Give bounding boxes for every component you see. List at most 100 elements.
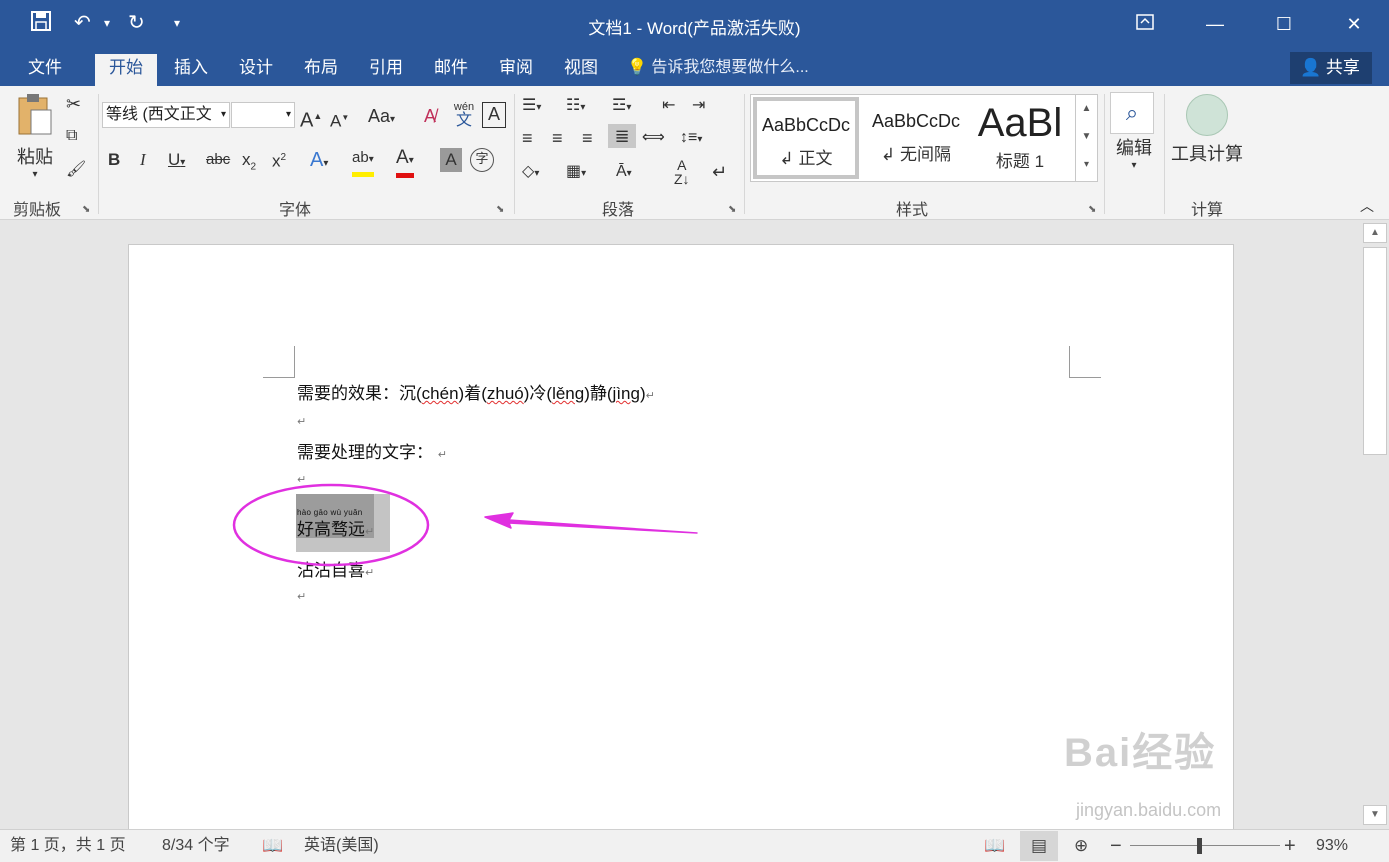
document-area[interactable]: 需要的效果：沉(chén)着(zhuó)冷(lěng)静(jìng)↵ ↵ 需要…	[0, 221, 1362, 829]
vertical-scrollbar[interactable]: ▲ ▼	[1362, 221, 1389, 829]
tab-review[interactable]: 审阅	[487, 54, 545, 86]
page-count-status[interactable]: 第 1 页，共 1 页	[10, 836, 126, 856]
gallery-more-icon[interactable]: ▾	[1076, 151, 1097, 179]
font-color-icon[interactable]: A▾	[396, 146, 414, 178]
share-button[interactable]: 👤 共享	[1290, 52, 1372, 84]
clipboard-group-label: 剪贴板	[12, 202, 61, 219]
line-spacing-icon[interactable]: ↕≡▾	[680, 126, 702, 152]
style-heading-1[interactable]: AaBl 标题 1	[971, 97, 1069, 179]
tab-design[interactable]: 设计	[227, 54, 285, 86]
increase-indent-icon[interactable]: ⇥	[692, 94, 705, 118]
clear-formatting-icon[interactable]: A̸	[424, 104, 436, 128]
editing-button[interactable]: ⌕ 编辑 ▾	[1110, 92, 1158, 172]
styles-gallery[interactable]: AaBbCcDc ↲ 正文 AaBbCcDc ↲ 无间隔 AaBl 标题 1 ▲…	[750, 94, 1098, 182]
align-left-icon[interactable]: ≡	[522, 126, 533, 150]
distributed-icon[interactable]: ⟺	[642, 126, 665, 150]
highlight-color-icon[interactable]: ab▾	[352, 146, 374, 177]
group-separator	[1104, 94, 1105, 214]
proofing-icon[interactable]: 📖	[262, 836, 283, 856]
numbering-icon[interactable]: ☷▾	[566, 94, 585, 120]
word-count-status[interactable]: 8/34 个字	[162, 836, 230, 856]
style-sample: AaBbCcDc	[871, 111, 961, 131]
paste-button[interactable]: 粘贴 ▾	[10, 92, 60, 188]
tab-mailings[interactable]: 邮件	[422, 54, 480, 86]
font-family-select[interactable]: 等线 (西文正文 ▾	[102, 102, 230, 128]
close-button[interactable]: ✕	[1331, 6, 1377, 42]
tell-me-search[interactable]: 💡 告诉我您想要做什么...	[627, 54, 809, 82]
show-formatting-marks-icon[interactable]: ↵	[712, 160, 727, 184]
style-name: 标题 1	[995, 152, 1045, 171]
font-size-select[interactable]: ▾	[231, 102, 295, 128]
enclose-characters-icon[interactable]: 字	[470, 148, 494, 172]
justify-icon[interactable]: ≣	[608, 124, 636, 148]
maximize-button[interactable]: ☐	[1261, 6, 1307, 42]
cut-icon[interactable]: ✂	[66, 92, 81, 116]
borders-icon[interactable]: ▦▾	[566, 160, 586, 186]
gallery-up-icon[interactable]: ▲	[1076, 95, 1097, 123]
tool-calc-label: 工具计算	[1171, 144, 1243, 164]
web-layout-icon[interactable]: ⊕	[1074, 836, 1088, 856]
ribbon-home: 粘贴 ▾ ✂ ⧉ 🖌 剪贴板 ⬊ 等线 (西文正文 ▾ ▾ A▲ A▼ Aa▾ …	[0, 86, 1389, 220]
bold-icon[interactable]: B	[108, 148, 120, 172]
bullets-icon[interactable]: ☰▾	[522, 94, 541, 120]
change-case-button[interactable]: Aa▾	[368, 104, 395, 132]
clipboard-launcher-icon[interactable]: ⬊	[82, 204, 90, 215]
decrease-indent-icon[interactable]: ⇤	[662, 94, 675, 118]
grow-font-icon[interactable]: A▲	[300, 104, 322, 133]
tab-layout[interactable]: 布局	[292, 54, 350, 86]
copy-icon[interactable]: ⧉	[66, 124, 77, 148]
tab-home[interactable]: 开始	[95, 54, 157, 86]
zoom-slider[interactable]	[1130, 845, 1280, 846]
scroll-up-icon[interactable]: ▲	[1363, 223, 1387, 243]
gallery-scroll[interactable]: ▲ ▼ ▾	[1075, 95, 1097, 181]
minimize-button[interactable]: —	[1192, 6, 1238, 42]
chevron-down-icon: ▾	[1131, 160, 1137, 171]
character-shading-icon[interactable]: A	[440, 148, 462, 172]
shrink-font-icon[interactable]: A▼	[330, 106, 349, 134]
font-launcher-icon[interactable]: ⬊	[496, 204, 504, 215]
zoom-level[interactable]: 93%	[1316, 836, 1348, 856]
read-mode-icon[interactable]: 📖	[984, 836, 1005, 856]
tab-insert[interactable]: 插入	[162, 54, 220, 86]
zoom-slider-thumb[interactable]	[1197, 838, 1202, 854]
paragraph-launcher-icon[interactable]: ⬊	[728, 204, 736, 215]
character-border-icon[interactable]: A	[482, 102, 506, 128]
tab-references[interactable]: 引用	[357, 54, 415, 86]
scroll-down-icon[interactable]: ▼	[1363, 805, 1387, 825]
highlight-ellipse	[232, 483, 430, 567]
chevron-down-icon: ▾	[285, 109, 291, 120]
collapse-ribbon-icon[interactable]: ︿	[1360, 194, 1374, 218]
gallery-down-icon[interactable]: ▼	[1076, 123, 1097, 151]
zoom-in-icon[interactable]: +	[1284, 836, 1296, 856]
style-normal[interactable]: AaBbCcDc ↲ 正文	[753, 97, 859, 179]
language-status[interactable]: 英语(美国)	[304, 836, 379, 856]
subscript-icon[interactable]: x2	[242, 148, 256, 179]
style-sample: AaBbCcDc	[761, 115, 851, 135]
paste-label: 粘贴	[17, 147, 53, 167]
sort-icon[interactable]: A Z↓	[674, 158, 690, 186]
align-center-icon[interactable]: ≡	[552, 126, 563, 150]
ribbon-display-options-button[interactable]	[1122, 6, 1168, 42]
multilevel-list-icon[interactable]: ☲▾	[612, 94, 631, 120]
ribbon-tab-bar: 文件 开始 插入 设计 布局 引用 邮件 审阅 视图 💡 告诉我您想要做什么..…	[0, 50, 1389, 86]
zoom-out-icon[interactable]: −	[1110, 836, 1122, 856]
superscript-icon[interactable]: x2	[272, 146, 286, 174]
text-effects-icon[interactable]: A▾	[310, 148, 328, 176]
print-layout-icon[interactable]: ▤	[1020, 831, 1058, 861]
chinese-layout-icon[interactable]: Ā▾	[616, 160, 632, 186]
tool-calc-button[interactable]: 工具计算	[1168, 94, 1246, 166]
align-right-icon[interactable]: ≡	[582, 126, 593, 150]
format-painter-icon[interactable]: 🖌	[66, 158, 86, 182]
underline-icon[interactable]: U▾	[168, 148, 185, 175]
style-no-spacing[interactable]: AaBbCcDc ↲ 无间隔	[863, 97, 969, 179]
tab-file[interactable]: 文件	[16, 54, 74, 86]
window-title: 文档1 - Word(产品激活失败)	[588, 19, 801, 38]
italic-icon[interactable]: I	[140, 148, 146, 172]
phonetic-guide-button[interactable]: wén 文	[452, 100, 476, 129]
styles-launcher-icon[interactable]: ⬊	[1088, 204, 1096, 215]
strikethrough-icon[interactable]: abc	[206, 148, 230, 172]
tab-view[interactable]: 视图	[552, 54, 610, 86]
shading-icon[interactable]: ◇▾	[522, 160, 539, 186]
scroll-thumb[interactable]	[1363, 247, 1387, 455]
status-bar: 第 1 页，共 1 页 8/34 个字 📖 英语(美国) 📖 ▤ ⊕ − + 9…	[0, 829, 1389, 862]
